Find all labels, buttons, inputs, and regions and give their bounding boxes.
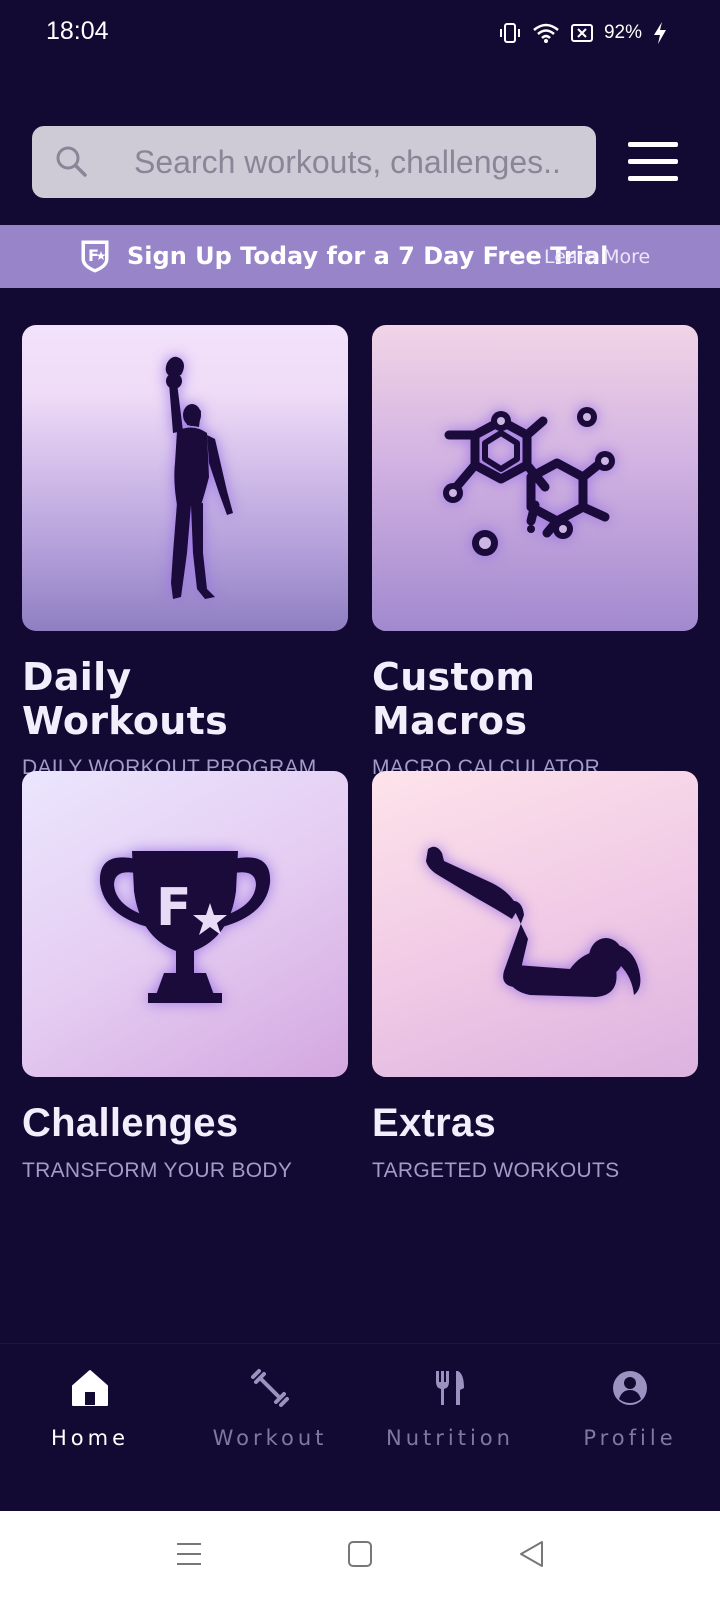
charging-icon <box>654 22 666 44</box>
system-navigation-bar <box>0 1511 720 1600</box>
nav-label: Workout <box>212 1426 328 1450</box>
card-image[interactable] <box>372 325 698 631</box>
svg-text:F: F <box>88 246 99 265</box>
dumbbell-icon <box>251 1369 289 1407</box>
nav-profile[interactable]: Profile <box>540 1344 720 1512</box>
card-title: Challenges <box>22 1101 239 1145</box>
card-title: Extras <box>372 1101 497 1145</box>
promo-text: Sign Up Today for a 7 Day Free Trial <box>127 242 609 270</box>
nav-nutrition[interactable]: Nutrition <box>360 1344 540 1512</box>
shield-logo-icon: F <box>81 240 109 273</box>
promo-banner[interactable]: F Sign Up Today for a 7 Day Free Trial L… <box>0 225 720 288</box>
card-extras[interactable]: Extras TARGETED WORKOUTS <box>372 771 698 1183</box>
status-icons: 92% <box>498 18 668 48</box>
profile-icon <box>613 1371 647 1405</box>
card-image[interactable]: F <box>22 771 348 1077</box>
card-daily-workouts[interactable]: Daily Workouts DAILY WORKOUT PROGRAM <box>22 325 348 780</box>
search-bar[interactable] <box>32 126 596 198</box>
bottom-navigation: Home Workout Nutrition Profile <box>0 1343 720 1511</box>
recent-apps-icon[interactable] <box>176 1539 202 1569</box>
status-time: 18:04 <box>46 17 109 45</box>
battery-percentage: 92% <box>603 22 642 43</box>
card-challenges[interactable]: F Challenges TRANSFORM YOUR BODY <box>22 771 348 1183</box>
card-image[interactable] <box>22 325 348 631</box>
molecule-icon <box>443 407 615 556</box>
home-button-icon[interactable] <box>347 1539 373 1569</box>
search-input[interactable] <box>134 126 574 198</box>
nav-workout[interactable]: Workout <box>180 1344 360 1512</box>
back-button-icon[interactable] <box>518 1539 544 1569</box>
learn-more-link[interactable]: Learn More <box>544 246 650 268</box>
status-bar: 18:04 92% <box>0 0 720 64</box>
nav-home[interactable]: Home <box>0 1344 180 1512</box>
card-custom-macros[interactable]: Custom Macros MACRO CALCULATOR <box>372 325 698 780</box>
card-image[interactable] <box>372 771 698 1077</box>
wifi-icon <box>533 23 559 43</box>
vibrate-icon <box>499 23 520 43</box>
card-title: Custom Macros <box>372 655 536 743</box>
card-subtitle: TRANSFORM YOUR BODY <box>22 1159 293 1182</box>
trophy-icon: F <box>99 851 271 1003</box>
kettlebell-woman-icon <box>165 356 233 599</box>
nav-label: Nutrition <box>386 1426 514 1450</box>
home-icon <box>72 1370 108 1406</box>
crunch-woman-icon <box>426 846 641 997</box>
no-sim-icon <box>570 24 593 42</box>
nav-label: Home <box>50 1426 129 1450</box>
hamburger-menu-icon[interactable] <box>628 142 678 182</box>
card-title: Daily Workouts <box>22 655 229 743</box>
card-subtitle: TARGETED WORKOUTS <box>372 1159 620 1182</box>
nav-label: Profile <box>583 1426 677 1450</box>
trophy-letter: F <box>156 878 192 938</box>
fork-knife-icon <box>436 1371 464 1405</box>
search-icon <box>56 146 87 177</box>
